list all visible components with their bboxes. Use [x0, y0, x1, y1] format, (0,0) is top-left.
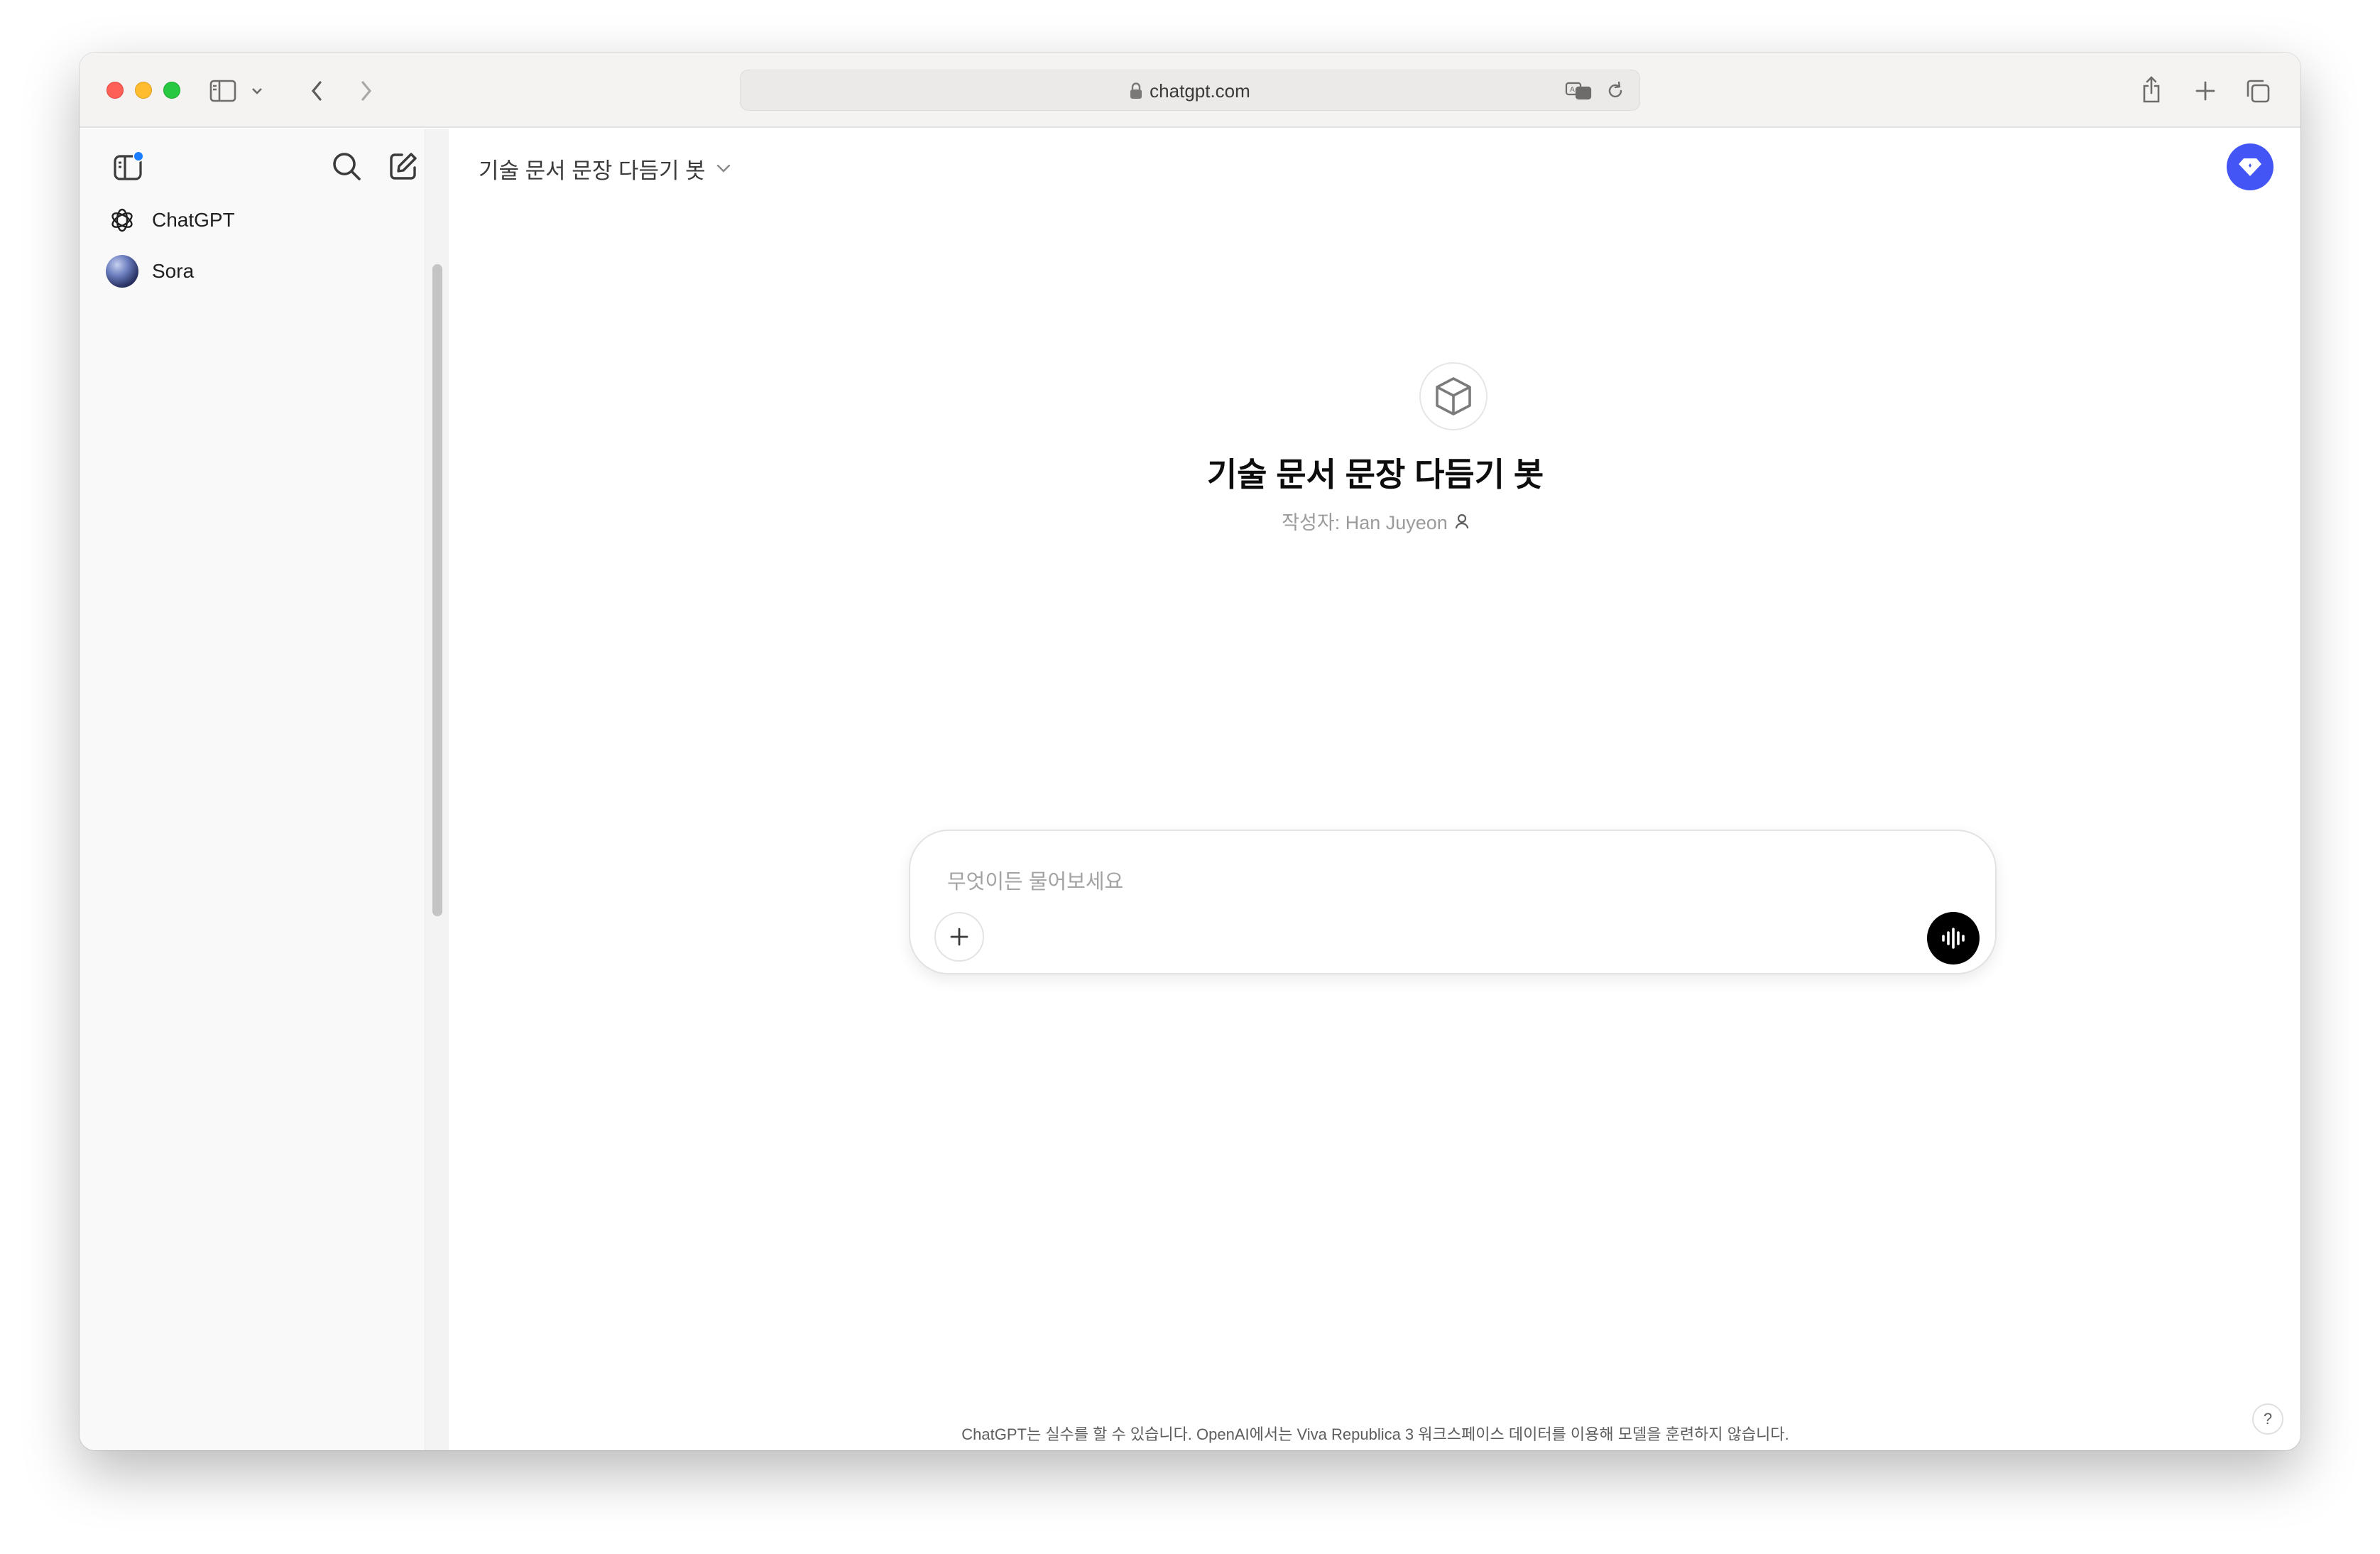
search-icon[interactable] [325, 145, 368, 188]
sidebar-toggle-icon[interactable] [206, 74, 240, 108]
tab-overview-icon[interactable] [2241, 74, 2275, 108]
prompt-input[interactable]: 무엇이든 물어보세요 [947, 865, 1123, 895]
gpt-author: 작성자: Han Juyeon [450, 507, 2300, 535]
new-chat-icon[interactable] [382, 145, 425, 188]
audio-waveform-icon [1939, 926, 1967, 950]
maximize-window-button[interactable] [163, 82, 180, 99]
help-button[interactable]: ? [2252, 1403, 2283, 1435]
sidebar-item-sora[interactable]: Sora [105, 249, 403, 294]
address-bar[interactable]: chatgpt.com A [740, 70, 1640, 111]
close-window-button[interactable] [107, 82, 124, 99]
upgrade-button[interactable] [2227, 143, 2273, 190]
composer: 무엇이든 물어보세요 [909, 830, 1997, 974]
forward-arrow-icon[interactable] [352, 75, 381, 107]
plus-icon [949, 926, 970, 947]
main-content: 기술 문서 문장 다듬기 봇 기술 문서 문장 다듬기 봇 작성자: Han J… [450, 129, 2300, 1450]
gpt-name: 기술 문서 문장 다듬기 봇 [1206, 456, 1544, 493]
cube-icon [1434, 376, 1473, 417]
footer-disclaimer: ChatGPT는 실수를 할 수 있습니다. OpenAI에서는 Viva Re… [961, 1425, 1789, 1443]
share-icon[interactable] [2134, 71, 2168, 108]
gpt-title: 기술 문서 문장 다듬기 봇 [479, 158, 706, 183]
gpt-author-text: 작성자: Han Juyeon [1282, 512, 1448, 533]
url-text: chatgpt.com [1150, 80, 1250, 102]
sidebar-item-chatgpt[interactable]: ChatGPT [105, 197, 403, 243]
translate-icon[interactable]: A [1564, 79, 1593, 103]
attach-button[interactable] [934, 912, 984, 962]
sidebar-item-label: ChatGPT [152, 209, 235, 231]
new-tab-icon[interactable] [2188, 74, 2222, 108]
chevron-down-icon[interactable] [247, 80, 267, 102]
browser-toolbar: chatgpt.com A [80, 53, 2300, 128]
sora-avatar [106, 255, 138, 288]
sidebar: ChatGPT Sora [80, 129, 449, 1450]
reload-icon[interactable] [1603, 79, 1628, 103]
back-arrow-icon[interactable] [302, 75, 331, 107]
gpt-avatar [1419, 362, 1488, 430]
voice-mode-button[interactable] [1927, 912, 1980, 965]
minimize-window-button[interactable] [135, 82, 152, 99]
sora-icon-wrap [105, 254, 139, 288]
chevron-down-icon [716, 163, 731, 173]
close-sidebar-icon[interactable] [107, 145, 149, 188]
sidebar-item-label: Sora [152, 260, 195, 282]
browser-window: chatgpt.com A ChatGPT Sora 기술 문서 문장 다듬기 … [80, 53, 2300, 1450]
diamond-icon [2237, 156, 2263, 178]
svg-text:A: A [1570, 86, 1575, 94]
openai-logo-icon [105, 203, 139, 237]
lock-icon [1130, 82, 1142, 99]
person-icon [1455, 514, 1469, 529]
sidebar-scrollbar-thumb[interactable] [432, 264, 442, 916]
gpt-selector-button[interactable]: 기술 문서 문장 다듬기 봇 [479, 151, 731, 186]
